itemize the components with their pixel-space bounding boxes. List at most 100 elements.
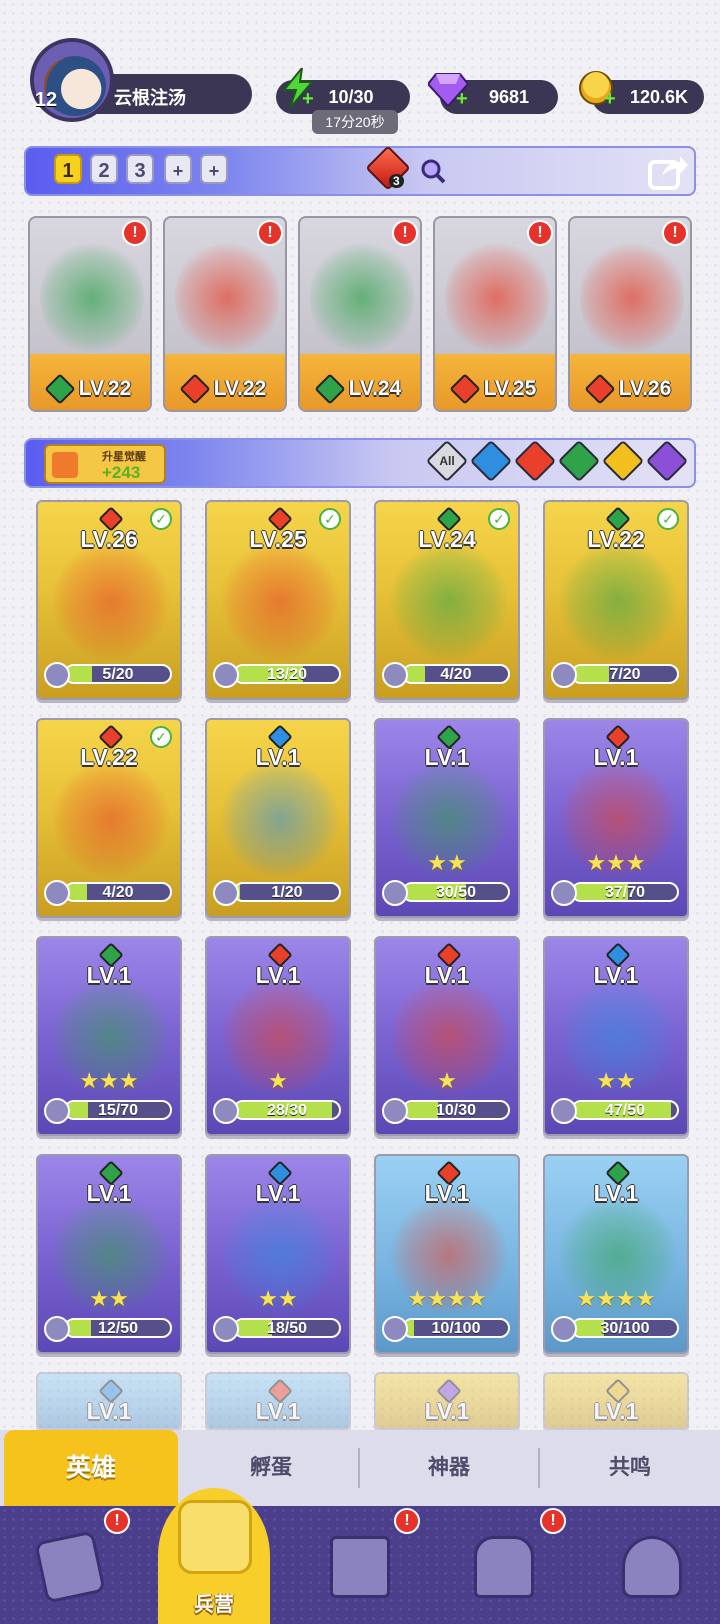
nav-castle[interactable] <box>464 1530 544 1610</box>
shard-icon <box>551 1098 577 1124</box>
earth-element-icon <box>44 373 76 406</box>
shard-progress-bar: 1/20 <box>233 882 341 902</box>
hero-level: LV.24 <box>418 526 476 552</box>
earth-element-icon <box>314 373 346 406</box>
hero-card[interactable]: LV.1 ★★★ 15/70 <box>36 936 182 1136</box>
coins-value: 120.6K <box>629 87 689 107</box>
hero-portrait <box>52 760 170 878</box>
filter-all-label: All <box>439 454 455 468</box>
hero-card[interactable]: LV.1 ★★★★ 10/100 <box>374 1154 520 1354</box>
shard-progress-text: 13/20 <box>266 666 308 683</box>
hero-card[interactable]: ✓ LV.22 4/20 <box>36 718 182 918</box>
shard-icon <box>44 1316 70 1342</box>
shard-icon <box>44 880 70 906</box>
fire-element-icon <box>449 373 481 406</box>
shard-icon <box>213 880 239 906</box>
tab-heroes[interactable]: 英雄 <box>4 1430 178 1506</box>
hero-card[interactable]: ✓ LV.24 4/20 <box>374 500 520 700</box>
castle-icon <box>474 1536 534 1598</box>
nav-cards-alert: ! <box>104 1508 130 1534</box>
hero-card[interactable]: LV.1 ★★ 12/50 <box>36 1154 182 1354</box>
energy-plus-icon[interactable]: + <box>302 88 314 111</box>
gems-value: 9681 <box>488 87 530 107</box>
shard-progress-text: 5/20 <box>102 666 134 683</box>
awaken-button[interactable]: 升星觉醒 +243 <box>44 444 166 484</box>
shard-progress-bar: 4/20 <box>402 664 510 684</box>
tab-resonance[interactable]: 共鸣 <box>540 1430 720 1506</box>
hero-level: LV.1 <box>255 1398 301 1424</box>
hero-level: LV.1 <box>255 1180 301 1206</box>
hero-level: LV.1 <box>86 962 132 988</box>
hero-card[interactable]: LV.1 ★★★ 37/70 <box>543 718 689 918</box>
hero-level: LV.1 <box>255 744 301 770</box>
team-bar <box>24 146 696 196</box>
shard-progress-text: 28/30 <box>266 1102 308 1119</box>
hero-card[interactable]: LV.1 ★★ 18/50 <box>205 1154 351 1354</box>
team-tab-add-2[interactable]: + <box>200 154 228 184</box>
hero-portrait <box>390 542 508 660</box>
shard-progress-bar: 10/100 <box>402 1318 510 1338</box>
shard-icon <box>44 662 70 688</box>
shard-progress-text: 7/20 <box>609 666 641 683</box>
gems-plus-icon[interactable]: + <box>456 88 468 111</box>
nav-barracks-label: 兵营 <box>194 1594 234 1616</box>
shard-icon <box>382 880 408 906</box>
hero-stars: ★★★ <box>79 1068 139 1093</box>
shard-progress-text: 37/70 <box>604 884 646 901</box>
hero-card[interactable]: ✓ LV.26 5/20 <box>36 500 182 700</box>
hero-level: LV.1 <box>593 962 639 988</box>
nav-map[interactable] <box>320 1530 400 1610</box>
hero-card[interactable]: LV.1 1/20 <box>205 718 351 918</box>
hero-stars: ★★ <box>89 1286 129 1311</box>
shard-progress-bar: 30/100 <box>571 1318 679 1338</box>
hero-portrait <box>580 238 684 358</box>
team-slot-level: LV.25 <box>435 372 555 406</box>
shard-progress-bar: 47/50 <box>571 1100 679 1120</box>
team-tab-1[interactable]: 1 <box>54 154 82 184</box>
tab-artifact[interactable]: 神器 <box>360 1430 538 1506</box>
share-icon[interactable] <box>648 152 688 190</box>
team-slot-level: LV.24 <box>300 372 420 406</box>
player-level: 12 <box>34 89 58 111</box>
shard-progress-bar: 12/50 <box>64 1318 172 1338</box>
coins-plus-icon[interactable]: + <box>604 88 616 111</box>
shard-icon <box>551 880 577 906</box>
hero-card[interactable]: LV.1 <box>36 1372 182 1430</box>
nav-mushroom[interactable] <box>612 1530 692 1610</box>
hero-level: LV.1 <box>424 1180 470 1206</box>
hero-level: LV.1 <box>593 744 639 770</box>
hero-card[interactable]: LV.1 ★ 28/30 <box>205 936 351 1136</box>
hero-card[interactable]: ✓ LV.22 7/20 <box>543 500 689 700</box>
team-tab-2[interactable]: 2 <box>90 154 118 184</box>
hero-level: LV.25 <box>249 526 307 552</box>
hero-card[interactable]: LV.1 ★★ 30/50 <box>374 718 520 918</box>
shard-icon <box>213 1316 239 1342</box>
hero-level: LV.1 <box>593 1398 639 1424</box>
shard-icon <box>213 662 239 688</box>
hero-card[interactable]: LV.1 ★ 10/30 <box>374 936 520 1136</box>
hero-card[interactable]: LV.1 <box>205 1372 351 1430</box>
team-slot-level-text: LV.24 <box>348 377 402 400</box>
team-slot-level: LV.26 <box>570 372 690 406</box>
nav-castle-alert: ! <box>540 1508 566 1534</box>
shard-progress-text: 4/20 <box>440 666 472 683</box>
team-tab-add-1[interactable]: + <box>164 154 192 184</box>
shard-progress-bar: 10/30 <box>402 1100 510 1120</box>
hero-level: LV.1 <box>593 1180 639 1206</box>
hero-stars: ★ <box>437 1068 457 1093</box>
hero-card[interactable]: LV.1 <box>374 1372 520 1430</box>
search-icon[interactable] <box>420 158 446 184</box>
team-slot-alert: ! <box>527 220 553 246</box>
hero-card[interactable]: LV.1 <box>543 1372 689 1430</box>
barracks-icon <box>178 1500 252 1574</box>
hero-portrait <box>445 238 549 358</box>
shard-progress-bar: 18/50 <box>233 1318 341 1338</box>
hero-level: LV.26 <box>80 526 138 552</box>
hero-card[interactable]: ✓ LV.25 13/20 <box>205 500 351 700</box>
shard-progress-text: 47/50 <box>604 1102 646 1119</box>
hero-card[interactable]: LV.1 ★★★★ 30/100 <box>543 1154 689 1354</box>
team-tab-3[interactable]: 3 <box>126 154 154 184</box>
sword-icon <box>52 452 78 478</box>
nav-cards[interactable] <box>30 1530 110 1610</box>
hero-card[interactable]: LV.1 ★★ 47/50 <box>543 936 689 1136</box>
